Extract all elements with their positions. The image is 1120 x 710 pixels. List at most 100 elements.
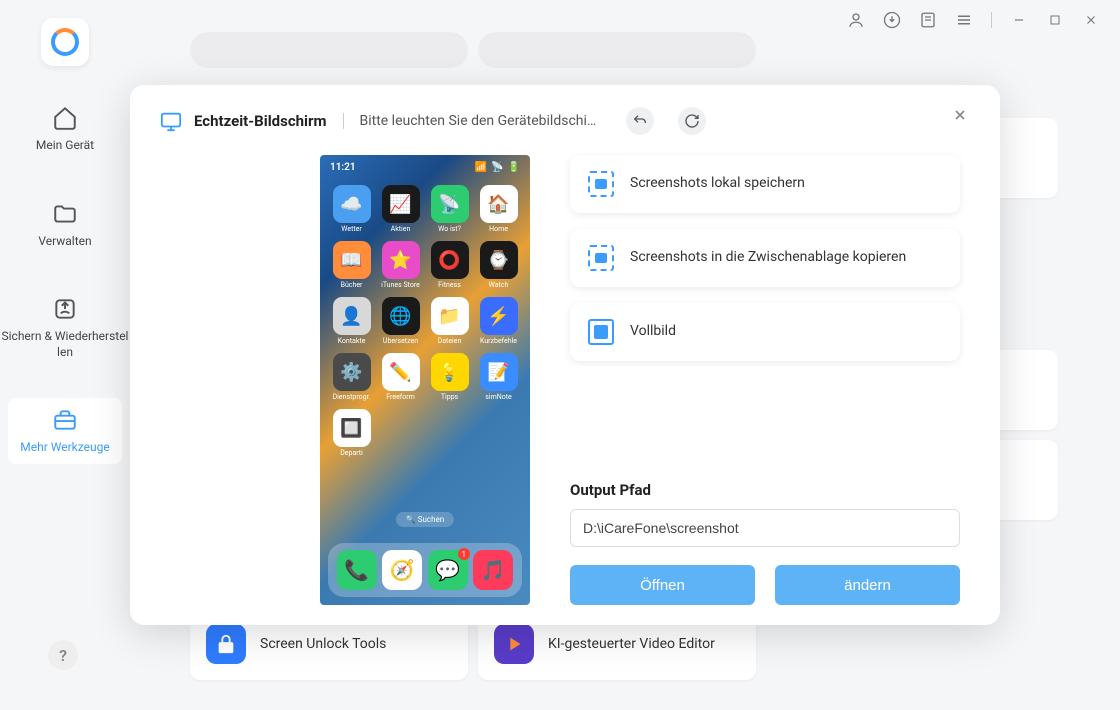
header-actions (626, 107, 706, 135)
help-button[interactable]: ? (48, 640, 78, 670)
app-icon-img: ✏️ (382, 353, 420, 391)
app-icon-img: 📝 (480, 353, 518, 391)
app-icon-label: Tipps (428, 393, 471, 401)
battery-icon: 🔋 (508, 162, 520, 173)
phone-app: ⚡Kurzbefehle (477, 297, 520, 345)
app-icon-label: Dateien (428, 337, 471, 345)
phone-app: 👤Kontakte (330, 297, 373, 345)
sidebar-item-label: Sichern & Wiederherstel len (0, 329, 130, 360)
app-icon-img: 🔲 (333, 409, 371, 447)
sidebar-item-backup-restore[interactable]: Sichern & Wiederherstel len (0, 287, 130, 368)
app-icon-label: Home (477, 225, 520, 233)
modal-divider (343, 113, 344, 129)
app-logo (41, 18, 89, 66)
home-icon (51, 104, 79, 132)
option-save-local[interactable]: Screenshots lokal speichern (570, 155, 960, 213)
tool-label: KI-gesteuerter Video Editor (548, 636, 715, 652)
app-icon-img: ⌚ (480, 241, 518, 279)
app-icon-img: 📡 (431, 185, 469, 223)
sidebar-item-manage[interactable]: Verwalten (0, 192, 130, 258)
app-icon-label: Departi (330, 449, 373, 457)
phone-app: ⚙️ Dienstprogr. (330, 353, 373, 401)
phone-app: ⌚Watch (477, 241, 520, 289)
sidebar-item-more-tools[interactable]: Mehr Werkzeuge (8, 398, 122, 464)
option-label: Screenshots lokal speichern (630, 174, 805, 194)
backup-icon (51, 295, 79, 323)
modal-header: Echtzeit-Bildschirm Bitte leuchten Sie d… (160, 107, 970, 135)
phone-preview: 11:21 📶 📡 🔋 ☁️ Wetter 📈 Aktien 📡Wo ist?🏠 Home… (320, 155, 530, 605)
phone-app: ☁️ Wetter (330, 185, 373, 233)
option-label: Screenshots in die Zwischenablage kopier… (630, 248, 906, 268)
phone-app: 📝 simNote (477, 353, 520, 401)
video-editor-icon (494, 624, 534, 664)
screen-unlock-icon (206, 624, 246, 664)
output-path-label: Output Pfad (570, 481, 960, 499)
app-icon-img: ⭕ (431, 241, 469, 279)
app-icon-label: Dienstprogr. (330, 393, 373, 401)
copy-clipboard-icon (588, 245, 614, 271)
modal-subtitle: Bitte leuchten Sie den Gerätebildschi… (360, 113, 597, 129)
app-icon-img: ⚙️ (333, 353, 371, 391)
app-icon-label: Wetter (330, 225, 373, 233)
app-icon-label: Aktien (379, 225, 422, 233)
option-label: Vollbild (630, 322, 676, 342)
phone-status-bar: 11:21 📶 📡 🔋 (320, 155, 530, 179)
app-icon-img: ☁️ (333, 185, 371, 223)
realtime-screen-modal: Echtzeit-Bildschirm Bitte leuchten Sie d… (130, 85, 1000, 625)
monitor-icon (160, 110, 182, 132)
sidebar: Mein Gerät Verwalten Sichern & Wiederher… (0, 10, 130, 710)
app-icon-img: 🌐 (382, 297, 420, 335)
undo-button[interactable] (626, 107, 654, 135)
phone-app: ⭕ Fitness (428, 241, 471, 289)
app-icon-img: 👤 (333, 297, 371, 335)
phone-app: 📁 Dateien (428, 297, 471, 345)
tool-label: Screen Unlock Tools (260, 636, 386, 652)
output-path-input[interactable] (570, 509, 960, 547)
app-icon-label: Fitness (428, 281, 471, 289)
sidebar-item-my-device[interactable]: Mein Gerät (0, 96, 130, 162)
phone-app: 🔲 Departi (330, 409, 373, 457)
dock-app: 🧭 (382, 550, 422, 590)
phone-app: ✏️ Freeform (379, 353, 422, 401)
app-icon-img: 📈 (382, 185, 420, 223)
signal-icon: 📶 (475, 162, 487, 173)
app-icon-img: 📁 (431, 297, 469, 335)
phone-app: 📡Wo ist? (428, 185, 471, 233)
sidebar-item-label: Verwalten (0, 234, 130, 250)
phone-app-grid: ☁️ Wetter 📈 Aktien 📡Wo ist?🏠 Home 📖Bücher⭐ iTun… (330, 185, 520, 457)
app-icon-img: 📖 (333, 241, 371, 279)
app-icon-img: 🏠 (480, 185, 518, 223)
change-button[interactable]: ändern (775, 565, 960, 605)
phone-app: ⭐ iTunes Store (379, 241, 422, 289)
refresh-button[interactable] (678, 107, 706, 135)
phone-time: 11:21 (330, 162, 356, 173)
phone-app: 🌐 Übersetzen (379, 297, 422, 345)
app-icon-label: Kurzbefehle (477, 337, 520, 345)
dock-badge: 1 (458, 548, 470, 560)
phone-app: 📖Bücher (330, 241, 373, 289)
phone-search: 🔍 Suchen (396, 512, 454, 527)
option-copy-clipboard[interactable]: Screenshots in die Zwischenablage kopier… (570, 229, 960, 287)
app-icon-label: Übersetzen (379, 337, 422, 345)
sidebar-item-label: Mein Gerät (0, 138, 130, 154)
bg-tab (190, 32, 468, 68)
output-buttons: Öffnen ändern (570, 565, 960, 605)
dock-app: 🎵 (473, 550, 513, 590)
modal-right-panel: Screenshots lokal speichern Screenshots … (570, 155, 970, 605)
app-icon-img: ⭐ (382, 241, 420, 279)
app-icon-label: Freeform (379, 393, 422, 401)
modal-close-button[interactable] (952, 107, 972, 127)
app-icon-label: simNote (477, 393, 520, 401)
save-local-icon (588, 171, 614, 197)
bg-tab (478, 32, 756, 68)
phone-preview-wrap: 11:21 📶 📡 🔋 ☁️ Wetter 📈 Aktien 📡Wo ist?🏠 Home… (320, 155, 530, 605)
option-fullscreen[interactable]: Vollbild (570, 303, 960, 361)
app-icon-label: iTunes Store (379, 281, 422, 289)
dock-app: 💬1 (428, 550, 468, 590)
fullscreen-icon (588, 319, 614, 345)
dock-app: 📞 (337, 550, 377, 590)
output-section: Output Pfad Öffnen ändern (570, 481, 960, 605)
phone-app: 💡Tipps (428, 353, 471, 401)
open-button[interactable]: Öffnen (570, 565, 755, 605)
modal-title: Echtzeit-Bildschirm (194, 112, 327, 130)
